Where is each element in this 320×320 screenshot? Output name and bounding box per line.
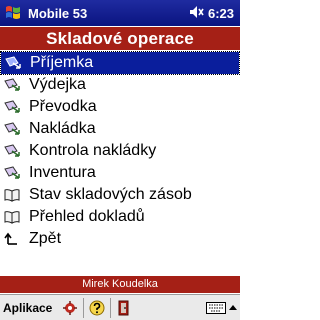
document-arrow-icon — [3, 121, 21, 137]
settings-icon[interactable] — [60, 298, 80, 318]
windows-flag-icon[interactable] — [0, 0, 26, 26]
user-name-bar: Mirek Koudelka — [0, 276, 240, 293]
menu-item-prehled-dokladu[interactable]: Přehled dokladů — [0, 206, 240, 228]
menu-item-label: Přehled dokladů — [29, 208, 145, 225]
menu-item-label: Stav skladových zásob — [29, 186, 192, 203]
menu-item-kontrola-nakladky[interactable]: Kontrola nakládky — [0, 140, 240, 162]
page-title: Skladové operace — [0, 27, 240, 50]
menu-item-label: Kontrola nakládky — [29, 142, 157, 159]
menu-item-vydejka[interactable]: Výdejka — [0, 74, 240, 96]
status-bar: Mobile 53 6:23 — [0, 0, 240, 26]
speaker-icon[interactable] — [189, 5, 205, 22]
clock[interactable]: 6:23 — [208, 6, 234, 21]
keyboard-icon[interactable] — [204, 298, 228, 318]
menu-item-nakladka[interactable]: Nakládka — [0, 118, 240, 140]
menu-item-zpet[interactable]: Zpět — [0, 228, 240, 250]
menu-item-label: Nakládka — [29, 120, 96, 137]
menu-item-prijemka[interactable]: Příjemka — [0, 51, 240, 75]
book-icon — [3, 187, 21, 203]
menu-item-label: Výdejka — [29, 76, 86, 93]
exit-door-icon[interactable] — [114, 298, 134, 318]
menu-item-stav-skladovych-zasob[interactable]: Stav skladových zásob — [0, 184, 240, 206]
help-icon[interactable] — [87, 298, 107, 318]
menu-item-label: Inventura — [29, 164, 96, 181]
divider — [110, 297, 112, 318]
divider — [83, 297, 85, 318]
menu-item-label: Zpět — [29, 230, 62, 247]
bottom-menubar: Aplikace — [0, 294, 240, 320]
menu-item-inventura[interactable]: Inventura — [0, 162, 240, 184]
menu-item-label: Převodka — [29, 98, 97, 115]
document-arrow-icon — [4, 55, 22, 71]
document-arrow-icon — [3, 99, 21, 115]
book-icon — [3, 209, 21, 225]
aplikace-menu[interactable]: Aplikace — [3, 301, 52, 315]
operations-menu: Příjemka Výdejka Převodka Nakládka Kontr… — [0, 51, 240, 250]
document-arrow-icon — [3, 143, 21, 159]
menu-item-label: Příjemka — [30, 54, 94, 71]
chevron-up-icon[interactable] — [228, 298, 238, 318]
back-arrow-icon — [3, 231, 21, 247]
app-title: Mobile 53 — [28, 5, 88, 21]
document-arrow-icon — [3, 77, 21, 93]
menu-item-prevodka[interactable]: Převodka — [0, 96, 240, 118]
document-arrow-icon — [3, 165, 21, 181]
